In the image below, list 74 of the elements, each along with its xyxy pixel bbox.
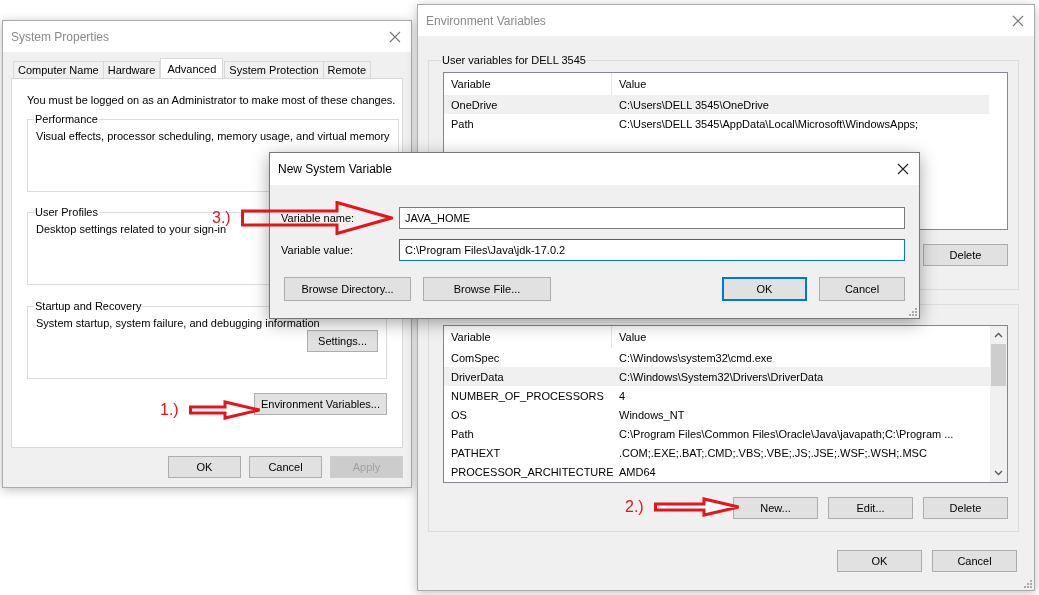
step-label: 3.) xyxy=(212,209,231,226)
list-row[interactable]: OneDrive C:\Users\DELL 3545\OneDrive xyxy=(444,95,989,114)
variable-name: DriverData xyxy=(450,370,505,383)
list-row[interactable]: Path C:\Users\DELL 3545\AppData\Local\Microsoft\WindowsApps; xyxy=(444,114,989,133)
scrollbar-thumb[interactable] xyxy=(991,344,1006,386)
variable-value: 4 xyxy=(618,389,627,402)
variable-name: OneDrive xyxy=(450,98,499,111)
dialog-button[interactable]: Cancel xyxy=(819,277,905,301)
variable-name: PATHEXT xyxy=(450,446,502,459)
tab[interactable]: Hardware xyxy=(102,61,161,78)
list-row[interactable]: DriverData C:\Windows\System32\Drivers\DriverData xyxy=(444,367,990,386)
column-header[interactable]: Value xyxy=(612,73,989,95)
settings-button[interactable]: Settings... xyxy=(307,330,378,352)
list-row[interactable]: ComSpec C:\Windows\system32\cmd.exe xyxy=(444,348,990,367)
field-label: Variable value: xyxy=(281,244,354,256)
scroll-down-icon[interactable] xyxy=(994,470,1003,476)
list-action-button[interactable]: Delete xyxy=(923,497,1008,519)
dialog-button[interactable]: Cancel xyxy=(932,550,1017,572)
list-row[interactable]: PATHEXT .COM;.EXE;.BAT;.CMD;.VBS;.VBE;.JS;.JSE;.WSF;.WSH;.MSC xyxy=(444,443,990,462)
dialog-button[interactable]: Cancel xyxy=(249,456,322,478)
variable-value: C:\Users\DELL 3545\AppData\Local\Microsoft\WindowsApps; xyxy=(618,117,920,130)
tab[interactable]: Remote xyxy=(322,61,372,78)
variable-name: ComSpec xyxy=(450,351,501,364)
variable-value: Windows_NT xyxy=(618,408,686,421)
dialog-button[interactable]: Browse File... xyxy=(423,277,551,301)
variable-value: AMD64 xyxy=(618,465,657,478)
column-header[interactable]: Variable xyxy=(444,326,612,348)
window-title: New System Variable xyxy=(278,162,393,176)
close-icon[interactable] xyxy=(897,163,909,175)
environment-variables-button[interactable]: Environment Variables... xyxy=(253,393,387,415)
column-header[interactable]: Value xyxy=(612,326,990,348)
delete-button[interactable]: Delete xyxy=(923,244,1008,266)
variable-name: Path xyxy=(450,117,475,130)
variable-value: C:\Program Files\Common Files\Oracle\Java\javapath;C:\Program ... xyxy=(618,427,955,440)
list-row[interactable]: PROCESSOR_ARCHITECTURE AMD64 xyxy=(444,462,990,481)
dialog-button[interactable]: Browse Directory... xyxy=(284,277,411,301)
input-field[interactable]: JAVA_HOME xyxy=(399,207,905,229)
window-title: Environment Variables xyxy=(426,13,547,28)
variable-name: PROCESSOR_ARCHITECTURE xyxy=(450,465,612,478)
resize-grip-icon[interactable] xyxy=(909,308,917,316)
field-label: Variable name: xyxy=(281,212,356,224)
list-row[interactable]: OS Windows_NT xyxy=(444,405,990,424)
group-title: User Profiles xyxy=(34,206,99,218)
dialog-button[interactable]: OK xyxy=(168,456,241,478)
group-description: Desktop settings related to your sign-in xyxy=(36,223,227,236)
variable-value: .COM;.EXE;.BAT;.CMD;.VBS;.VBE;.JS;.JSE;.WSF;.WSH;.MSC xyxy=(618,446,928,459)
scrollbar[interactable] xyxy=(990,326,1007,482)
resize-grip-icon[interactable] xyxy=(1024,580,1032,588)
dialog-button[interactable]: OK xyxy=(837,550,922,572)
group-title: User variables for DELL 3545 xyxy=(441,54,587,66)
step-label: 2.) xyxy=(625,498,644,516)
admin-note: You must be logged on as an Administrator to make most of these changes. xyxy=(27,93,396,107)
variable-value: C:\Windows\system32\cmd.exe xyxy=(618,351,774,364)
group-title: Performance xyxy=(34,113,99,125)
group-title: Startup and Recovery xyxy=(34,300,143,312)
dialog-button[interactable]: OK xyxy=(722,277,807,301)
variable-name: NUMBER_OF_PROCESSORS xyxy=(450,389,605,402)
variable-name: Path xyxy=(450,427,475,440)
variable-value: C:\Windows\System32\Drivers\DriverData xyxy=(618,370,825,383)
input-field[interactable]: C:\Program Files\Java\jdk-17.0.2 xyxy=(399,239,905,261)
variable-name: OS xyxy=(450,408,468,421)
group-description: System startup, system failure, and debugging information xyxy=(36,316,320,330)
list-action-button[interactable]: New... xyxy=(733,497,818,519)
step-label: 1.) xyxy=(160,401,179,419)
tab[interactable]: Computer Name xyxy=(13,61,104,78)
tab[interactable]: Advanced xyxy=(160,58,224,78)
tab[interactable]: System Protection xyxy=(224,61,324,78)
window-title: System Properties xyxy=(11,29,111,44)
variable-value: C:\Users\DELL 3545\OneDrive xyxy=(618,98,770,111)
group-description: Visual effects, processor scheduling, memory usage, and virtual memory xyxy=(36,129,390,143)
list-row[interactable]: NUMBER_OF_PROCESSORS 4 xyxy=(444,386,990,405)
list-action-button[interactable]: Edit... xyxy=(828,497,913,519)
scroll-up-icon[interactable] xyxy=(994,332,1003,338)
list-row[interactable]: Path C:\Program Files\Common Files\Oracle\Java\javapath;C:\Program ... xyxy=(444,424,990,443)
